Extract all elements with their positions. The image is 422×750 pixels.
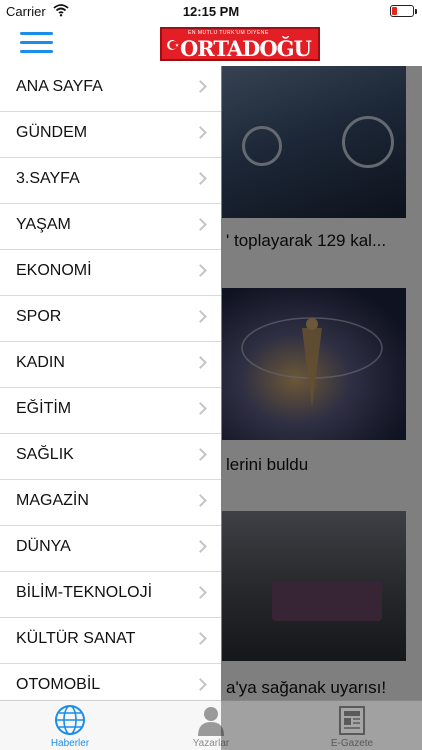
crescent-star-icon (167, 40, 179, 50)
menu-item-gundem[interactable]: GÜNDEM (0, 112, 221, 158)
chevron-right-icon (194, 448, 207, 461)
tab-label: Haberler (50, 738, 90, 749)
clock: 12:15 PM (182, 4, 240, 19)
menu-item-label: BİLİM-TEKNOLOJİ (16, 584, 153, 601)
menu-item-bilim-teknoloji[interactable]: BİLİM-TEKNOLOJİ (0, 572, 221, 618)
side-menu: ANA SAYFA GÜNDEM 3.SAYFA YAŞAM EKONOMİ S… (0, 66, 221, 700)
menu-item-kultur-sanat[interactable]: KÜLTÜR SANAT (0, 618, 221, 664)
menu-item-ekonomi[interactable]: EKONOMİ (0, 250, 221, 296)
menu-item-label: KÜLTÜR SANAT (16, 630, 136, 647)
menu-item-label: SAĞLIK (16, 446, 74, 463)
globe-icon (55, 705, 85, 735)
menu-item-spor[interactable]: SPOR (0, 296, 221, 342)
menu-item-label: KADIN (16, 354, 65, 371)
menu-item-label: OTOMOBİL (16, 676, 101, 693)
chevron-right-icon (194, 310, 207, 323)
menu-item-label: DÜNYA (16, 538, 71, 555)
chevron-right-icon (194, 402, 207, 415)
chevron-right-icon (194, 540, 207, 553)
menu-item-label: GÜNDEM (16, 124, 88, 141)
chevron-right-icon (194, 264, 207, 277)
menu-item-ana-sayfa[interactable]: ANA SAYFA (0, 66, 221, 112)
chevron-right-icon (194, 80, 207, 93)
chevron-right-icon (194, 172, 207, 185)
menu-item-label: EKONOMİ (16, 262, 92, 279)
menu-item-label: ANA SAYFA (16, 78, 103, 95)
menu-item-magazin[interactable]: MAGAZİN (0, 480, 221, 526)
menu-item-kadin[interactable]: KADIN (0, 342, 221, 388)
ortadogu-logo[interactable]: EN MUTLU TÜRK'ÜM DİYENE ORTADOĞU (160, 27, 320, 61)
chevron-right-icon (194, 632, 207, 645)
tab-bar-dim-overlay (221, 700, 422, 750)
menu-item-otomobil[interactable]: OTOMOBİL (0, 664, 221, 700)
chevron-right-icon (194, 218, 207, 231)
tab-haberler[interactable]: Haberler (0, 701, 140, 750)
menu-item-saglik[interactable]: SAĞLIK (0, 434, 221, 480)
menu-item-label: EĞİTİM (16, 400, 72, 417)
menu-item-yasam[interactable]: YAŞAM (0, 204, 221, 250)
menu-item-label: YAŞAM (16, 216, 71, 233)
chevron-right-icon (194, 356, 207, 369)
menu-item-3-sayfa[interactable]: 3.SAYFA (0, 158, 221, 204)
chevron-right-icon (194, 494, 207, 507)
menu-item-label: 3.SAYFA (16, 170, 80, 187)
chevron-right-icon (194, 126, 207, 139)
hamburger-icon[interactable] (20, 32, 53, 56)
logo-text: ORTADOĞU (180, 36, 312, 61)
menu-item-egitim[interactable]: EĞİTİM (0, 388, 221, 434)
chevron-right-icon (194, 586, 207, 599)
status-bar: Carrier 12:15 PM (0, 0, 422, 22)
menu-item-label: SPOR (16, 308, 62, 325)
chevron-right-icon (194, 678, 207, 691)
app-header: EN MUTLU TÜRK'ÜM DİYENE ORTADOĞU (0, 22, 422, 66)
menu-item-dunya[interactable]: DÜNYA (0, 526, 221, 572)
battery-icon (390, 5, 417, 17)
menu-item-label: MAGAZİN (16, 492, 89, 509)
